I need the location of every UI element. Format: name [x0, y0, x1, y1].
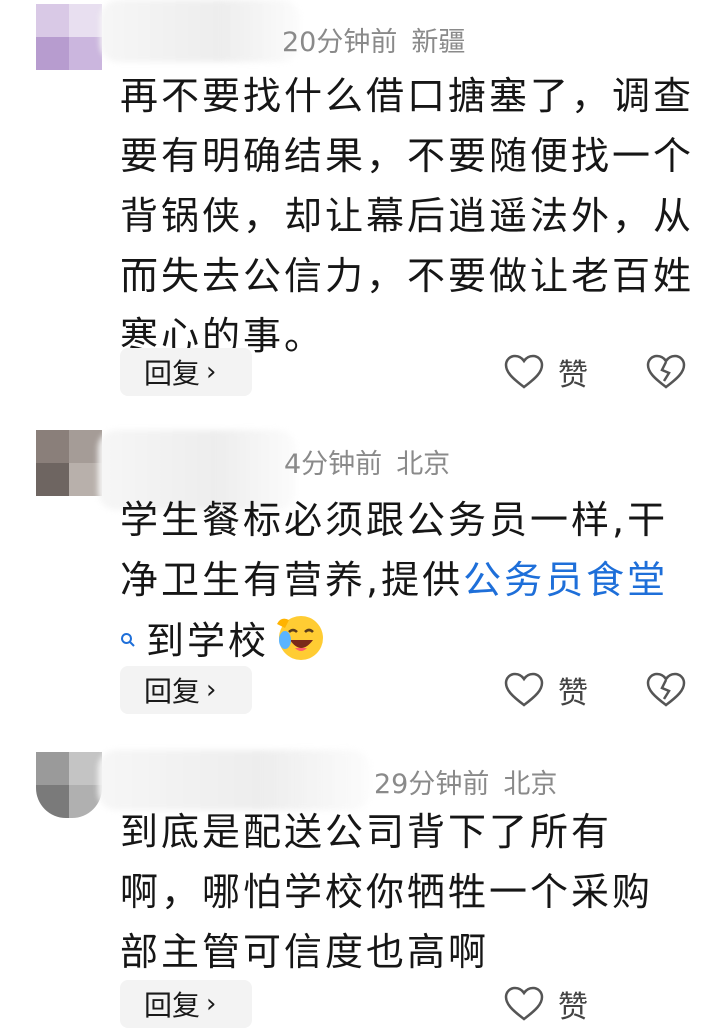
comment-time: 29分钟前 — [374, 769, 490, 800]
search-icon — [121, 633, 135, 647]
reply-label: 回复 — [144, 989, 201, 1022]
comment-location: 北京 — [396, 449, 451, 480]
comment-meta: 29分钟前 北京 — [374, 762, 557, 801]
hashtag-link[interactable]: 公务员食堂 — [463, 558, 668, 602]
comment-3: 29分钟前 北京 到底是配送公司背下了所有啊，哪怕学校你牺牲一个采购部主管可信度也… — [0, 740, 720, 1028]
like-label: 赞 — [558, 676, 588, 711]
reply-button[interactable]: 回复 › — [120, 666, 252, 714]
comment-time: 20分钟前 — [282, 27, 398, 58]
comment-2: 4分钟前 北京 学生餐标必须跟公务员一样,干净卫生有营养,提供公务员食堂 到学校 回… — [0, 420, 720, 740]
reply-button[interactable]: 回复 › — [120, 980, 252, 1028]
comment-text-part: 到学校 — [146, 619, 270, 663]
like-label: 赞 — [558, 358, 588, 393]
comment-1: 20分钟前 新疆 再不要找什么借口搪塞了，调查要有明确结果，不要随便找一个背锅侠，… — [0, 0, 720, 420]
broken-heart-icon[interactable] — [646, 352, 686, 392]
like-button[interactable]: 赞 — [504, 980, 588, 1028]
comment-text: 学生餐标必须跟公务员一样,干净卫生有营养,提供公务员食堂 到学校 — [120, 490, 700, 671]
username-obscured[interactable] — [100, 0, 300, 62]
heart-icon — [504, 986, 544, 1021]
like-label: 赞 — [558, 990, 588, 1025]
comment-meta: 20分钟前 新疆 — [282, 20, 465, 59]
comment-text: 再不要找什么借口搪塞了，调查要有明确结果，不要随便找一个背锅侠，却让幕后逍遥法外… — [120, 74, 695, 358]
heart-icon — [504, 672, 544, 707]
chevron-right-icon: › — [206, 357, 217, 387]
comment-time: 4分钟前 — [284, 449, 383, 480]
avatar[interactable] — [36, 430, 102, 496]
comment-meta: 4分钟前 北京 — [284, 442, 450, 481]
laughing-crying-emoji-icon — [277, 616, 324, 660]
comment-text: 到底是配送公司背下了所有啊，哪怕学校你牺牲一个采购部主管可信度也高啊 — [120, 810, 654, 974]
like-button[interactable]: 赞 — [504, 348, 588, 396]
username-obscured[interactable] — [98, 750, 370, 810]
reply-label: 回复 — [144, 675, 201, 708]
reply-button[interactable]: 回复 › — [120, 348, 252, 396]
comment-location: 北京 — [503, 769, 558, 800]
chevron-right-icon: › — [206, 989, 217, 1019]
avatar[interactable] — [36, 752, 102, 818]
avatar[interactable] — [36, 4, 102, 70]
comment-location: 新疆 — [411, 27, 466, 58]
chevron-right-icon: › — [206, 675, 217, 705]
heart-icon — [504, 354, 544, 389]
like-button[interactable]: 赞 — [504, 666, 588, 714]
broken-heart-icon[interactable] — [646, 670, 686, 710]
reply-label: 回复 — [144, 357, 201, 390]
